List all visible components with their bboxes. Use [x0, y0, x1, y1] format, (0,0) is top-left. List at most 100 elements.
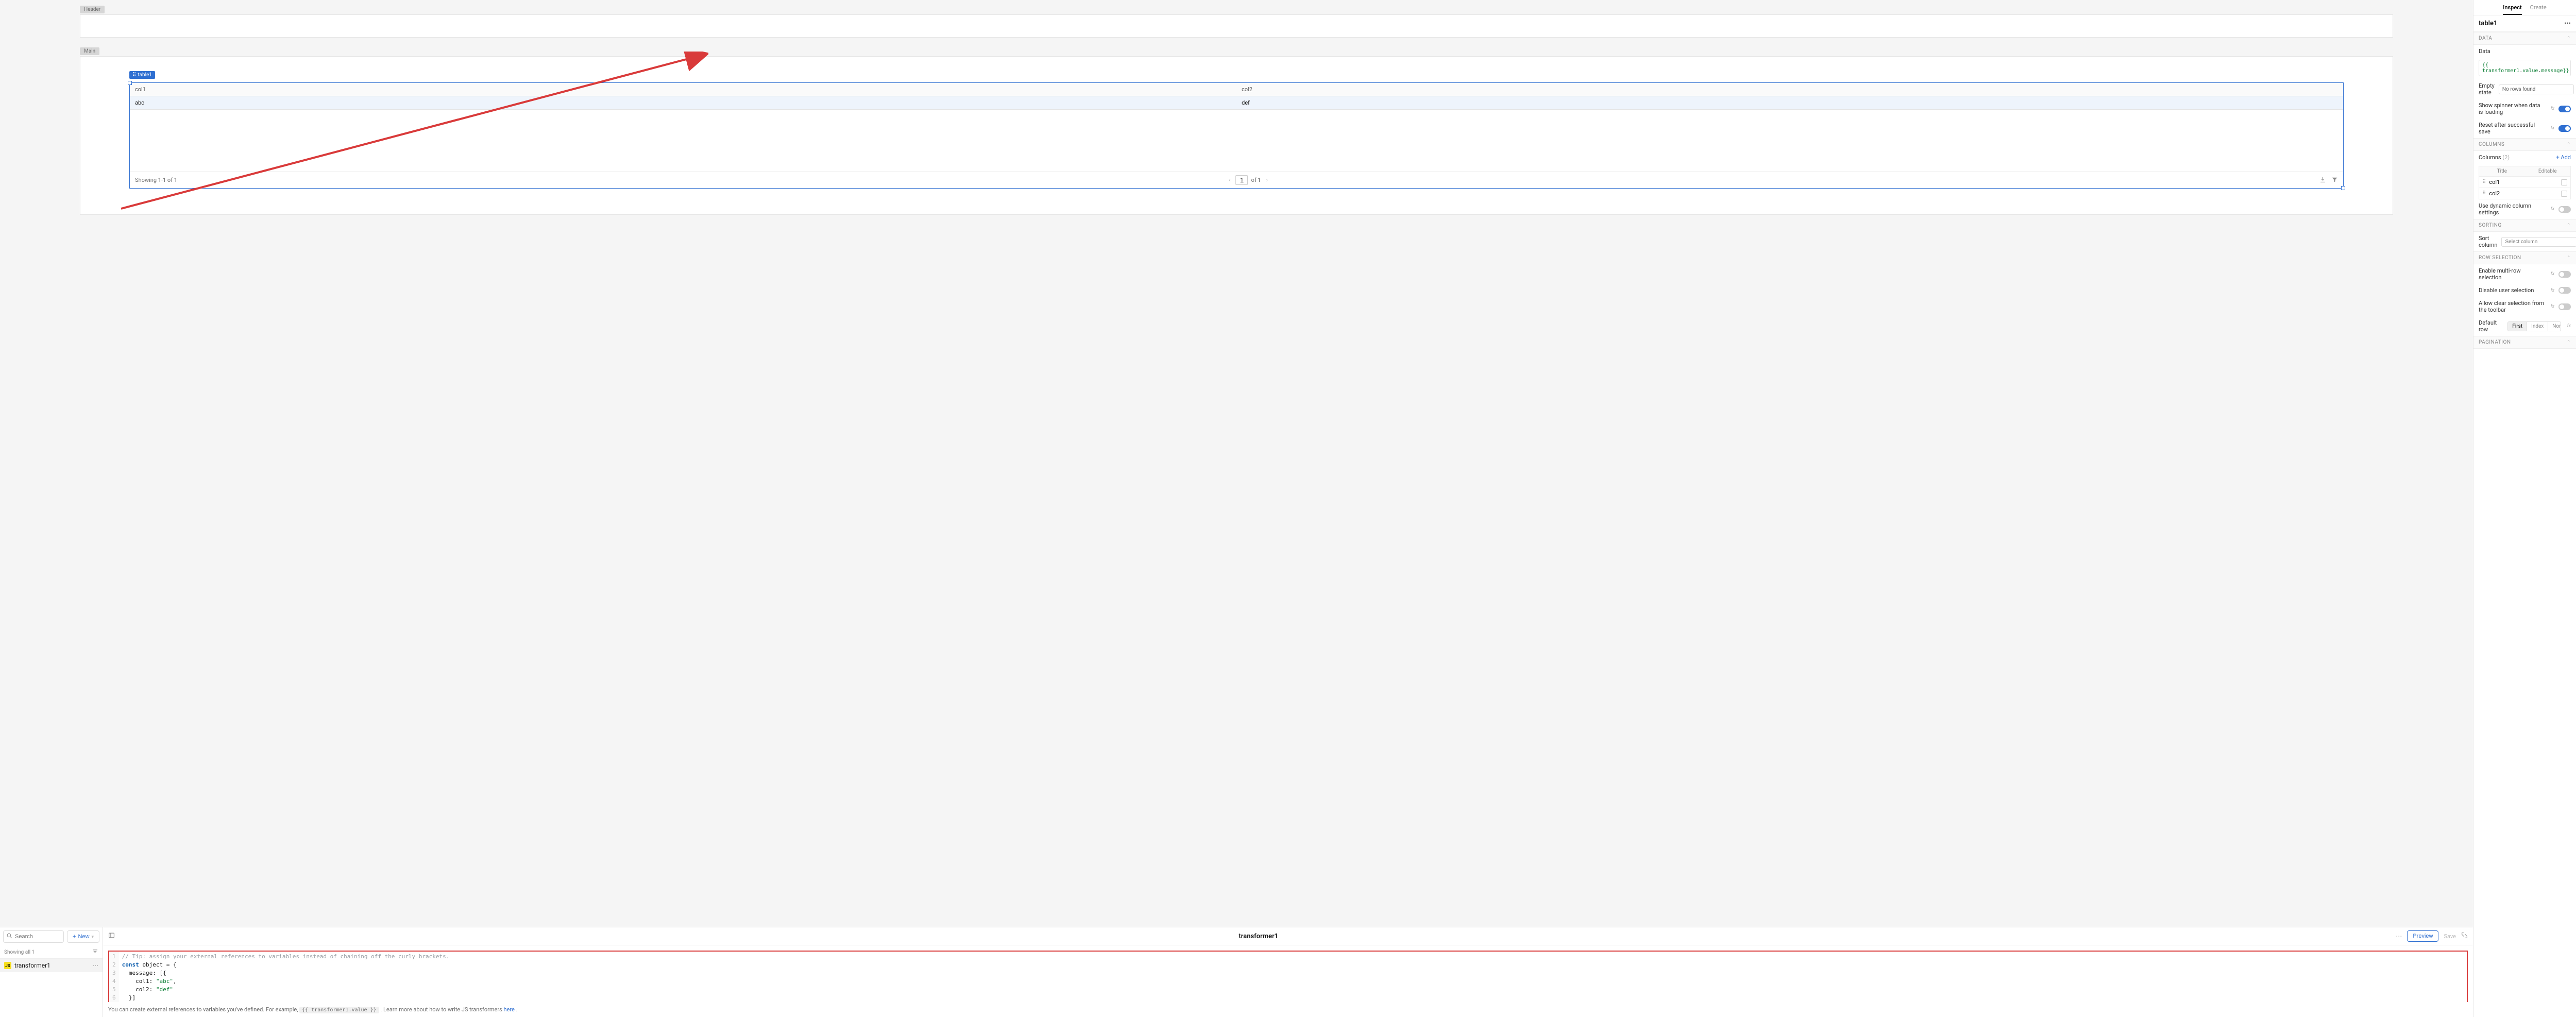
table-row[interactable]: abc def: [130, 96, 2343, 110]
chevron-up-icon[interactable]: ⌃: [2567, 223, 2571, 228]
editable-checkbox[interactable]: [2561, 191, 2567, 197]
spinner-toggle[interactable]: [2558, 106, 2571, 112]
default-row-segment[interactable]: First Index None: [2507, 321, 2561, 331]
js-icon: JS: [4, 962, 11, 969]
table-cell[interactable]: abc: [130, 96, 1236, 109]
plus-icon: +: [73, 934, 76, 940]
disable-selection-toggle[interactable]: [2558, 287, 2571, 294]
code-panel: transformer1 ⋯ Preview Save 12345678: [103, 927, 2473, 1017]
spinner-label: Show spinner when data is loading: [2479, 102, 2545, 115]
fx-icon[interactable]: fx: [2551, 126, 2554, 131]
empty-state-label: Empty state: [2479, 82, 2495, 96]
dynamic-cols-toggle[interactable]: [2558, 206, 2571, 213]
main-region[interactable]: ⠿ table1 col1 col2 abc def Showing 1-1 o…: [80, 56, 2393, 215]
hint-link[interactable]: here: [503, 1006, 514, 1013]
inspector-more-icon[interactable]: ⋯: [2564, 20, 2571, 27]
dynamic-cols-label: Use dynamic column settings: [2479, 202, 2545, 216]
section-pagination[interactable]: PAGINATION: [2479, 340, 2511, 345]
table-cell[interactable]: def: [1236, 96, 2343, 109]
column-row-col2[interactable]: ⠿ col2: [2479, 188, 2571, 199]
sort-column-label: Sort column: [2479, 235, 2497, 248]
code-lines[interactable]: // Tip: assign your external references …: [119, 952, 453, 1002]
grip-icon: ⠿: [132, 72, 136, 78]
inspector-component-name[interactable]: table1: [2479, 20, 2497, 27]
fx-icon[interactable]: fx: [2551, 304, 2554, 309]
header-region-label: Header: [80, 6, 105, 13]
pager-page-input[interactable]: [1235, 175, 1248, 185]
seg-index[interactable]: Index: [2527, 322, 2548, 331]
pager-next-icon[interactable]: ›: [1264, 177, 1269, 183]
seg-first[interactable]: First: [2508, 322, 2527, 331]
data-expression-input[interactable]: {{ transformer1.value.message}}: [2479, 60, 2571, 76]
reset-toggle[interactable]: [2558, 125, 2571, 132]
filter-list-icon[interactable]: [92, 948, 98, 956]
fx-icon[interactable]: fx: [2551, 288, 2554, 293]
chevron-down-icon: ▾: [91, 934, 94, 940]
section-row-selection[interactable]: ROW SELECTION: [2479, 255, 2521, 261]
multi-row-label: Enable multi-row selection: [2479, 267, 2545, 281]
disable-selection-label: Disable user selection: [2479, 287, 2545, 294]
columns-label: Columns: [2479, 154, 2501, 161]
panel-collapse-icon[interactable]: [108, 932, 115, 940]
tab-inspect[interactable]: Inspect: [2503, 4, 2521, 15]
clear-selection-toggle[interactable]: [2558, 303, 2571, 310]
table-header-col2[interactable]: col2: [1236, 83, 2343, 96]
component-badge-table1[interactable]: ⠿ table1: [129, 71, 155, 79]
section-columns[interactable]: COLUMNS: [2479, 142, 2504, 147]
code-gutter: 12345678: [109, 952, 119, 1002]
inspector-panel: Inspect Create table1 ⋯ DATA ⌃ Data {{ t…: [2473, 0, 2576, 1017]
data-label: Data: [2479, 48, 2490, 55]
new-button[interactable]: + New ▾: [67, 930, 99, 943]
chevron-up-icon[interactable]: ⌃: [2567, 36, 2571, 41]
reset-label: Reset after successful save: [2479, 122, 2545, 135]
sort-column-select[interactable]: [2501, 237, 2576, 247]
main-region-label: Main: [80, 47, 99, 55]
fx-icon[interactable]: fx: [2551, 272, 2554, 277]
chevron-up-icon[interactable]: ⌃: [2567, 340, 2571, 345]
query-item-label: transformer1: [14, 962, 50, 969]
expand-icon[interactable]: [2461, 932, 2468, 940]
seg-none[interactable]: None: [2548, 322, 2561, 331]
multi-row-toggle[interactable]: [2558, 271, 2571, 278]
code-editor[interactable]: 12345678 // Tip: assign your external re…: [108, 951, 2468, 1002]
editable-checkbox[interactable]: [2561, 179, 2567, 185]
save-button: Save: [2444, 933, 2456, 940]
download-icon[interactable]: [2319, 176, 2326, 184]
code-more-icon[interactable]: ⋯: [2396, 933, 2402, 940]
query-item-more-icon[interactable]: ⋯: [92, 962, 98, 969]
bottom-panel: + New ▾ Showing all 1 JS transformer1: [0, 927, 2473, 1017]
fx-icon[interactable]: fx: [2551, 207, 2554, 212]
table-component[interactable]: col1 col2 abc def Showing 1-1 of 1 ‹ of …: [129, 82, 2344, 189]
hint-code-snippet: {{ transformer1.value }}: [299, 1007, 379, 1013]
fx-icon[interactable]: fx: [2567, 324, 2571, 329]
fx-icon[interactable]: fx: [2551, 106, 2554, 111]
add-column-button[interactable]: + Add: [2556, 154, 2571, 161]
preview-button[interactable]: Preview: [2407, 930, 2438, 942]
chevron-up-icon[interactable]: ⌃: [2567, 142, 2571, 147]
chevron-up-icon[interactable]: ⌃: [2567, 256, 2571, 261]
code-hint: You can create external references to va…: [103, 1002, 2473, 1017]
code-title: transformer1: [121, 933, 2396, 940]
component-badge-label: table1: [138, 72, 152, 78]
table-showing-text: Showing 1-1 of 1: [135, 177, 177, 183]
table-header-row: col1 col2: [130, 83, 2343, 96]
empty-state-input[interactable]: [2499, 84, 2574, 94]
clear-selection-label: Allow clear selection from the toolbar: [2479, 300, 2545, 313]
tab-create[interactable]: Create: [2530, 4, 2547, 15]
columns-table-header: Title Editable: [2479, 166, 2571, 177]
filter-icon[interactable]: [2331, 176, 2338, 184]
pager-prev-icon[interactable]: ‹: [1227, 177, 1232, 183]
column-name: col1: [2489, 179, 2558, 185]
section-data[interactable]: DATA: [2479, 36, 2492, 41]
section-sorting[interactable]: SORTING: [2479, 223, 2502, 228]
query-item-transformer1[interactable]: JS transformer1 ⋯: [0, 959, 103, 972]
grip-icon[interactable]: ⠿: [2482, 179, 2486, 185]
query-list-panel: + New ▾ Showing all 1 JS transformer1: [0, 927, 103, 1017]
table-header-col1[interactable]: col1: [130, 83, 1236, 96]
grip-icon[interactable]: ⠿: [2482, 191, 2486, 196]
column-row-col1[interactable]: ⠿ col1: [2479, 177, 2571, 188]
column-name: col2: [2489, 190, 2558, 197]
pager-of-text: of 1: [1251, 177, 1261, 183]
header-region[interactable]: [80, 14, 2393, 38]
search-icon: [6, 933, 13, 941]
